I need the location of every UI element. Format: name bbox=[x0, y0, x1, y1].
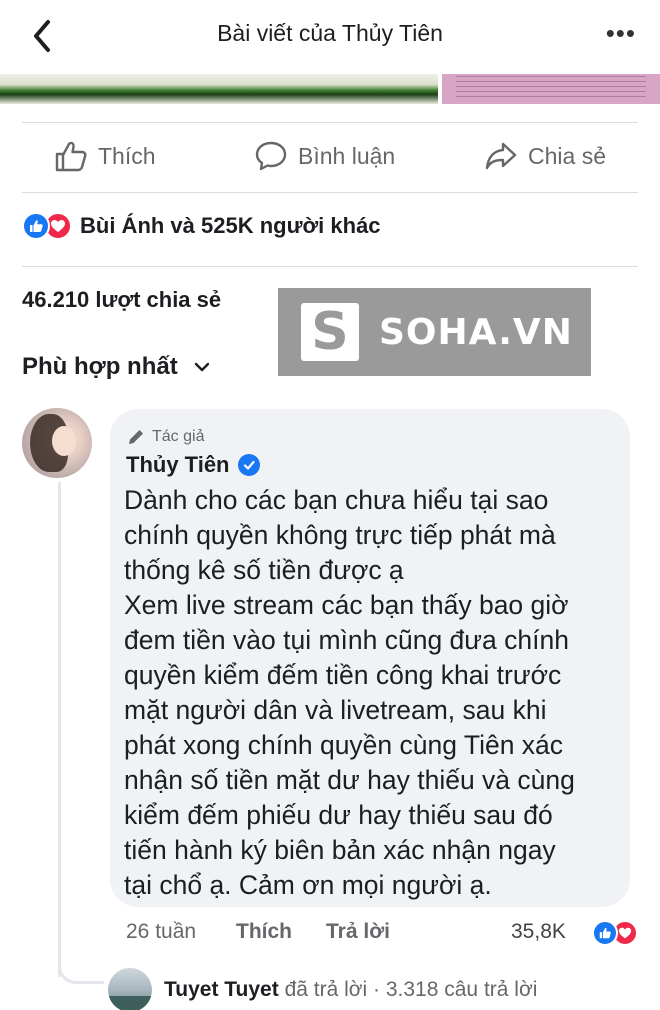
share-button[interactable]: Chia sẻ bbox=[484, 140, 606, 172]
comment-line: tại chổ ạ. Cảm ơn mọi người ạ. bbox=[124, 870, 492, 900]
comment-label: Bình luận bbox=[298, 142, 396, 169]
comment-reaction-count[interactable]: 35,8K bbox=[511, 920, 566, 944]
comment-bubble: Tác giả Thủy Tiên Dành cho các bạn chưa … bbox=[110, 409, 630, 907]
commenter-name[interactable]: Thủy Tiên bbox=[126, 452, 230, 478]
watermark-text: SOHA.VN bbox=[379, 311, 573, 353]
comment-sort-dropdown[interactable]: Phù hợp nhất bbox=[22, 353, 210, 381]
comment-line: nhận số tiền mặt dư hay thiếu và cùng bbox=[124, 765, 575, 795]
comment-line: kiểm đếm phiếu dư hay thiếu sau đó bbox=[124, 800, 553, 830]
comment-line: phát xong chính quyền cùng Tiên xác bbox=[124, 730, 564, 760]
sort-label: Phù hợp nhất bbox=[22, 353, 178, 380]
like-label: Thích bbox=[98, 142, 156, 169]
comment-line: Dành cho các bạn chưa hiểu tại sao bbox=[124, 485, 549, 515]
author-badge-label: Tác giả bbox=[152, 428, 205, 445]
top-bar: Bài viết của Thủy Tiên ••• bbox=[0, 0, 660, 74]
verified-badge-icon bbox=[237, 454, 260, 476]
comment-line: quyền kiểm đếm tiền công khai trước bbox=[124, 660, 562, 690]
like-reaction-icon bbox=[592, 920, 618, 946]
reactions-summary[interactable]: Bùi Ánh và 525K người khác bbox=[22, 212, 381, 240]
divider bbox=[22, 266, 638, 267]
avatar[interactable] bbox=[22, 408, 92, 478]
comment-line: đem tiền vào tụi mình cũng đưa chính bbox=[124, 625, 569, 655]
comment-line: chính quyền không trực tiếp phát mà bbox=[124, 520, 556, 550]
like-reaction-icon bbox=[22, 212, 50, 240]
chevron-down-icon bbox=[194, 362, 209, 372]
more-options-icon[interactable]: ••• bbox=[606, 18, 636, 49]
comment-meta: 26 tuần Thích Trả lời 35,8K bbox=[126, 920, 641, 950]
share-label: Chia sẻ bbox=[528, 142, 606, 169]
like-button[interactable]: Thích bbox=[54, 140, 156, 172]
author-badge: Tác giả bbox=[126, 427, 204, 447]
post-image-left bbox=[0, 74, 438, 104]
comment-text: Dành cho các bạn chưa hiểu tại sao chính… bbox=[124, 483, 624, 903]
comment-line: thống kê số tiền được ạ bbox=[124, 555, 404, 585]
page-title: Bài viết của Thủy Tiên bbox=[217, 20, 443, 46]
avatar bbox=[108, 968, 152, 1010]
thread-connector bbox=[58, 950, 104, 984]
thread-line bbox=[58, 482, 61, 977]
comment-like-button[interactable]: Thích bbox=[236, 920, 292, 944]
comment-reactions[interactable] bbox=[592, 920, 638, 946]
comment-timestamp[interactable]: 26 tuần bbox=[126, 920, 196, 944]
reply-count-text: đã trả lời · 3.318 câu trả lời bbox=[278, 978, 538, 1001]
comment-line: mặt người dân và livetream, sau khi bbox=[124, 695, 547, 725]
reply-preview[interactable]: Tuyet Tuyet đã trả lời · 3.318 câu trả l… bbox=[108, 968, 537, 1010]
comment-line: tiến hành ký biên bản xác nhận ngay bbox=[124, 835, 556, 865]
watermark-logo: S bbox=[301, 302, 359, 362]
post-actions: Thích Bình luận Chia sẻ bbox=[0, 122, 660, 192]
soha-watermark: S SOHA.VN bbox=[278, 288, 591, 376]
thumbs-up-icon bbox=[55, 141, 87, 172]
reactions-summary-text: Bùi Ánh và 525K người khác bbox=[80, 213, 381, 238]
commenter-name-row[interactable]: Thủy Tiên bbox=[126, 452, 260, 478]
comment-reply-button[interactable]: Trả lời bbox=[326, 920, 390, 944]
divider bbox=[22, 192, 638, 193]
comment-button[interactable]: Bình luận bbox=[254, 140, 395, 172]
share-count[interactable]: 46.210 lượt chia sẻ bbox=[22, 287, 221, 313]
reply-author-name: Tuyet Tuyet bbox=[164, 978, 279, 1001]
comment-bubble-icon bbox=[255, 141, 287, 171]
pencil-icon bbox=[129, 430, 143, 444]
share-arrow-icon bbox=[485, 142, 517, 170]
comment-line: Xem live stream các bạn thấy bao giờ bbox=[124, 590, 569, 620]
post-image-strip[interactable] bbox=[0, 74, 660, 104]
post-image-right bbox=[442, 74, 660, 104]
reply-preview-text: Tuyet Tuyet đã trả lời · 3.318 câu trả l… bbox=[164, 978, 537, 1002]
